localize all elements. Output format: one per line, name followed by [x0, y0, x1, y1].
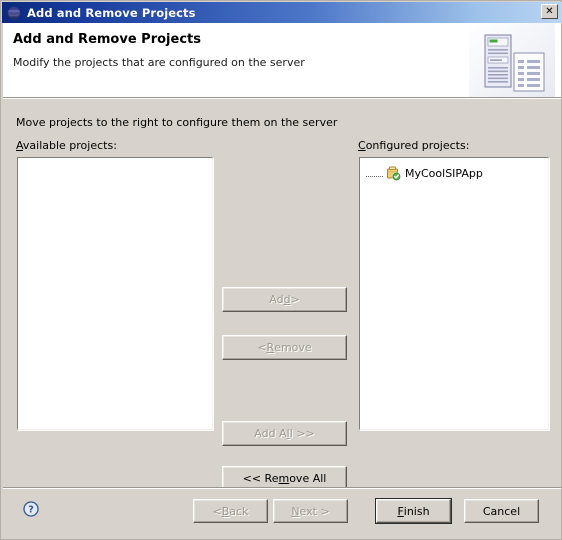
instruction-text: Move projects to the right to configure … [16, 116, 338, 129]
remove-all-button-label-pre: << Re [242, 472, 279, 485]
page-title: Add and Remove Projects [13, 32, 201, 47]
list-item-label: MyCoolSIPApp [405, 166, 483, 180]
close-icon[interactable]: ✕ [541, 4, 558, 19]
back-button-mnemonic: B [221, 504, 230, 518]
project-module-icon [385, 165, 401, 181]
back-button-label-post: ack [229, 504, 249, 518]
remove-button-label-pre: < [257, 341, 267, 354]
available-projects-label: Available projects: [16, 139, 117, 152]
finish-button[interactable]: Finish [375, 498, 452, 524]
configured-label-rest: onfigured projects: [365, 139, 470, 152]
server-and-document-icon [469, 23, 555, 97]
remove-button[interactable]: < Remove [222, 335, 347, 360]
dialog-body: Move projects to the right to configure … [3, 99, 561, 491]
dialog-footer: ? < Back Next > Finish Cancel [3, 489, 561, 539]
add-all-button[interactable]: Add All >> [222, 421, 347, 446]
tree-connector-icon [366, 176, 383, 178]
add-all-button-label-pre: Add A [254, 427, 287, 440]
cancel-button[interactable]: Cancel [464, 499, 539, 523]
next-button-label-post: ext > [299, 504, 330, 518]
back-button[interactable]: < Back [193, 499, 268, 523]
remove-all-button-label-post: ove All [289, 472, 327, 485]
available-label-rest: vailable projects: [22, 139, 117, 152]
back-button-label-pre: < [212, 504, 222, 518]
page-subtitle: Modify the projects that are configured … [13, 56, 305, 69]
next-button-mnemonic: N [291, 504, 300, 518]
svg-text:?: ? [28, 505, 34, 516]
configured-projects-list[interactable]: MyCoolSIPApp [359, 157, 549, 430]
add-button[interactable]: Ad d > [222, 287, 347, 312]
eclipse-globe-icon [6, 5, 22, 21]
add-and-remove-projects-dialog: Add and Remove Projects ✕ Add and Remove… [0, 0, 562, 540]
list-item[interactable]: MyCoolSIPApp [366, 165, 483, 181]
window-titlebar[interactable]: Add and Remove Projects ✕ [2, 2, 562, 23]
remove-button-label-post: emove [274, 341, 312, 354]
available-projects-list[interactable] [17, 157, 213, 430]
add-button-mnemonic: d [283, 293, 291, 306]
available-label-mnemonic: A [16, 139, 23, 152]
remove-all-button-mnemonic: m [278, 472, 290, 485]
add-all-button-label-post: l >> [289, 427, 315, 440]
help-question-icon[interactable]: ? [23, 501, 39, 517]
finish-button-label-post: inish [403, 504, 430, 518]
configured-label-mnemonic: C [358, 139, 366, 152]
configured-projects-label: Configured projects: [358, 139, 469, 152]
wizard-header: Add and Remove Projects Modify the proje… [3, 23, 561, 97]
add-button-label-post: > [290, 293, 300, 306]
cancel-button-label: Cancel [482, 504, 521, 518]
window-title: Add and Remove Projects [27, 5, 196, 20]
remove-button-mnemonic: R [266, 341, 275, 354]
next-button[interactable]: Next > [273, 499, 348, 523]
add-button-label-pre: Ad [269, 293, 284, 306]
